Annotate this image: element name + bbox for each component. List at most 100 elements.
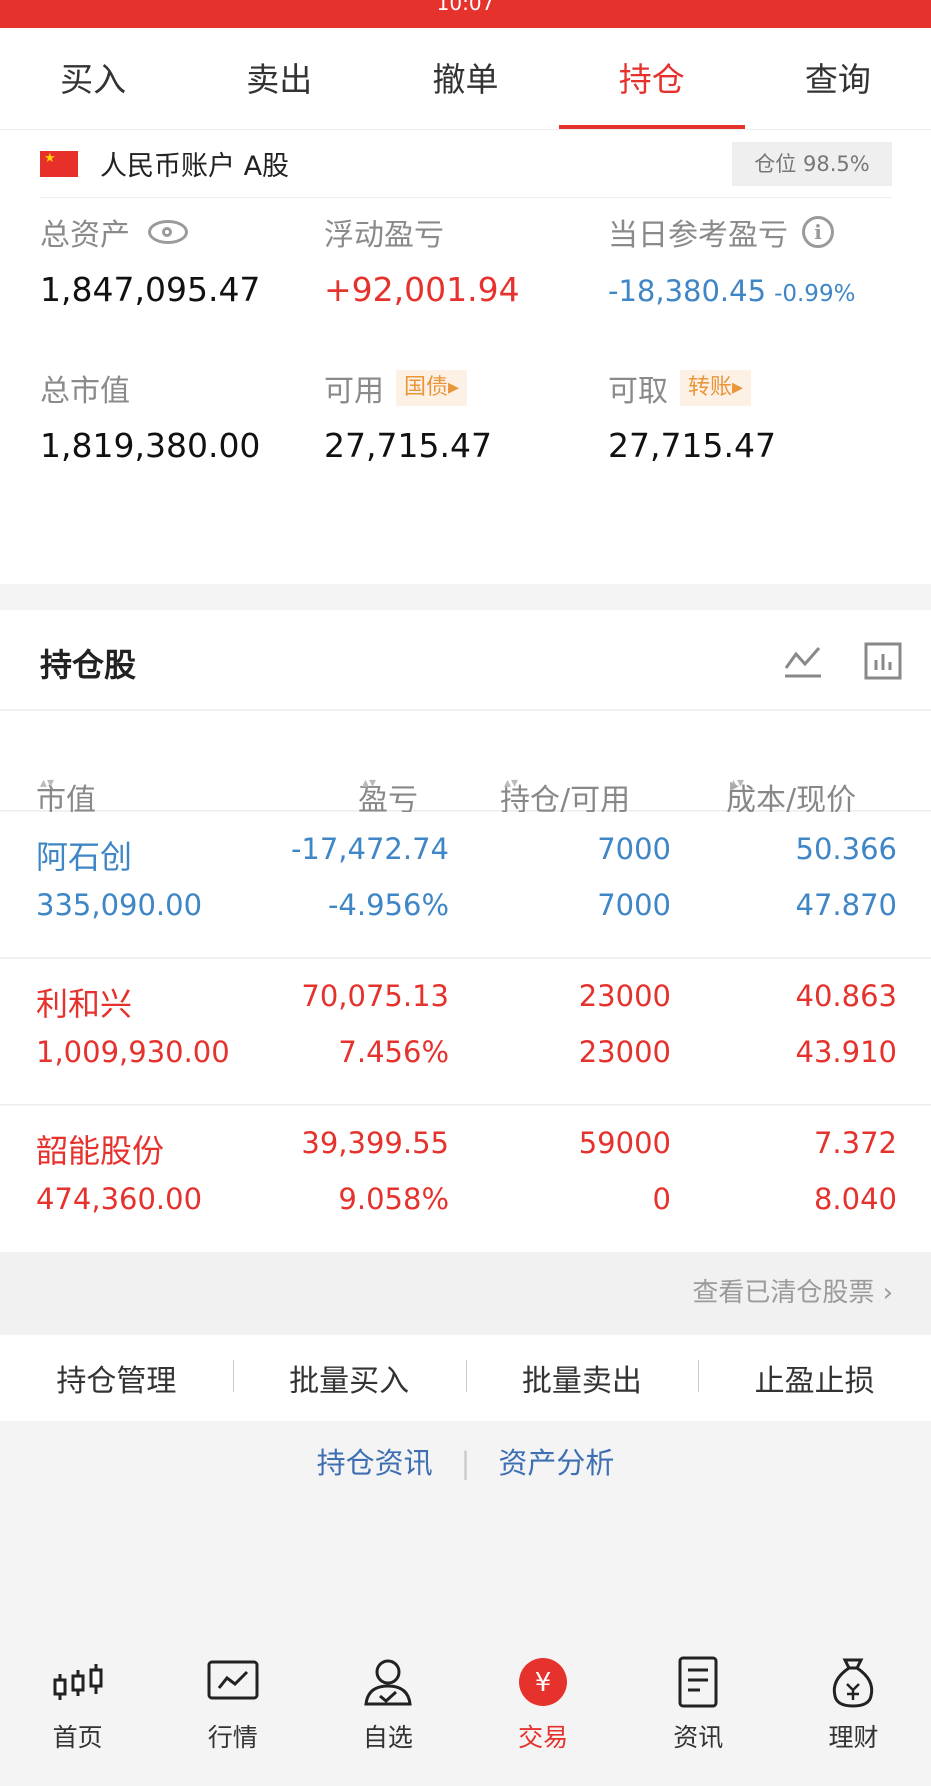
daily-pnl-pct: -0.99% <box>774 281 856 307</box>
stock-name: 利和兴 <box>36 985 133 1023</box>
money-bag-icon <box>833 1658 874 1708</box>
stock-pnl-pct: -4.956% <box>327 888 449 922</box>
batch-sell-button[interactable]: 批量卖出 <box>465 1356 699 1400</box>
bar-chart-icon[interactable] <box>864 642 902 680</box>
china-flag-icon <box>40 150 78 177</box>
account-row[interactable]: 人民币账户 A股 仓位 98.5% <box>40 130 892 198</box>
market-value-label: 总市值 <box>40 374 130 409</box>
batch-buy-button[interactable]: 批量买入 <box>232 1356 466 1400</box>
total-assets-label: 总资产 <box>40 218 130 253</box>
stock-market-value: 1,009,930.00 <box>36 1035 230 1069</box>
nav-home-label: 首页 <box>52 1723 103 1752</box>
cleared-stocks-link[interactable]: 查看已清仓股票 › <box>692 1272 893 1309</box>
daily-pnl-label: 当日参考盈亏 <box>608 218 788 253</box>
cleared-stocks-bar: 查看已清仓股票 › <box>0 1252 931 1334</box>
daily-pnl: 当日参考盈亏 i -18,380.45 -0.99% <box>608 210 855 308</box>
status-text: 10:07 <box>436 0 495 15</box>
nav-market-label: 行情 <box>207 1723 258 1752</box>
holdings-header: 持仓股 <box>0 610 931 710</box>
holding-row[interactable]: 利和兴 1,009,930.00 70,075.13 7.456% 23000 … <box>0 959 931 1105</box>
trade-tabs: 买入 卖出 撤单 持仓 查询 <box>0 28 931 130</box>
divider: | <box>460 1446 471 1480</box>
document-icon <box>678 1656 718 1708</box>
stock-cost: 7.372 <box>813 1126 897 1160</box>
market-value-value: 1,819,380.00 <box>40 426 261 465</box>
available-funds: 可用 国债▸ 27,715.47 <box>324 366 492 465</box>
account-summary: 人民币账户 A股 仓位 98.5% 总资产 1,847,095.47 浮动盈亏 … <box>0 130 931 584</box>
stock-pnl: 39,399.55 <box>301 1126 449 1160</box>
info-icon[interactable]: i <box>802 216 834 248</box>
stock-market-value: 335,090.00 <box>36 888 203 922</box>
holding-row[interactable]: 阿石创 335,090.00 -17,472.74 -4.956% 7000 7… <box>0 812 931 958</box>
status-banner: 10:07 <box>0 0 931 28</box>
candlestick-icon <box>53 1664 103 1700</box>
tab-query[interactable]: 查询 <box>745 28 931 129</box>
nav-wealth[interactable]: 理财 <box>776 1636 931 1786</box>
holding-row[interactable]: 韶能股份 474,360.00 39,399.55 9.058% 59000 0… <box>0 1106 931 1252</box>
withdrawable-funds: 可取 转账▸ 27,715.47 <box>608 366 776 465</box>
stock-pnl-pct: 9.058% <box>338 1182 449 1216</box>
transfer-tag[interactable]: 转账▸ <box>680 370 752 406</box>
trend-chart-icon[interactable] <box>783 642 823 680</box>
tab-holdings[interactable]: 持仓 <box>558 28 746 129</box>
stock-name: 阿石创 <box>36 838 133 876</box>
tab-buy[interactable]: 买入 <box>0 28 186 129</box>
nav-wealth-label: 理财 <box>828 1723 879 1752</box>
floating-pnl: 浮动盈亏 +92,001.94 <box>324 210 520 309</box>
stock-price: 47.870 <box>795 888 897 922</box>
holdings-column-header: 市值 ▴▾ 盈亏 ▴▾ 持仓/可用 ▴▾ 成本/现价 ▴▾ ▸ <box>0 711 931 818</box>
market-value: 总市值 1,819,380.00 <box>40 366 260 465</box>
stock-pnl: 70,075.13 <box>301 979 449 1013</box>
stock-position: 7000 <box>597 832 671 866</box>
sort-icon: ▴▾ <box>504 775 519 791</box>
info-links: 持仓资讯 | 资产分析 <box>0 1440 931 1510</box>
svg-text:¥: ¥ <box>535 1668 552 1698</box>
total-assets-value: 1,847,095.47 <box>40 270 261 309</box>
withdrawable-value: 27,715.47 <box>608 426 776 465</box>
holdings-actions: 持仓管理 批量买入 批量卖出 止盈止损 <box>0 1335 931 1421</box>
tab-cancel[interactable]: 撤单 <box>372 28 558 129</box>
available-value: 27,715.47 <box>324 426 492 465</box>
total-assets: 总资产 1,847,095.47 <box>40 210 260 309</box>
treasury-tag[interactable]: 国债▸ <box>396 370 468 406</box>
nav-market[interactable]: 行情 <box>155 1636 310 1786</box>
yuan-icon: ¥ <box>519 1658 568 1706</box>
stock-available: 0 <box>652 1182 671 1216</box>
nav-news[interactable]: 资讯 <box>621 1636 776 1786</box>
bottom-nav: 首页 行情 自选 ¥ 交易 资讯 理财 <box>0 1636 931 1786</box>
stock-name: 韶能股份 <box>36 1132 165 1170</box>
nav-home[interactable]: 首页 <box>0 1636 155 1786</box>
floating-pnl-label: 浮动盈亏 <box>324 218 444 253</box>
holdings-news-link[interactable]: 持仓资讯 <box>317 1446 433 1480</box>
user-check-icon <box>364 1659 412 1706</box>
withdrawable-label: 可取 <box>608 374 668 409</box>
stock-pnl-pct: 7.456% <box>338 1035 449 1069</box>
nav-watchlist[interactable]: 自选 <box>310 1636 465 1786</box>
tab-sell[interactable]: 卖出 <box>186 28 372 129</box>
holdings-title: 持仓股 <box>40 646 137 684</box>
stock-price: 43.910 <box>795 1035 897 1069</box>
floating-pnl-value: +92,001.94 <box>324 270 520 309</box>
stock-position: 23000 <box>578 979 671 1013</box>
stop-profit-loss-button[interactable]: 止盈止损 <box>698 1356 931 1400</box>
sort-icon: ▴▾ <box>40 775 55 791</box>
stock-available: 23000 <box>578 1035 671 1069</box>
nav-watchlist-label: 自选 <box>362 1723 413 1752</box>
sort-icon: ▴▾ <box>362 775 377 791</box>
manage-holdings-button[interactable]: 持仓管理 <box>0 1356 233 1400</box>
asset-analysis-link[interactable]: 资产分析 <box>498 1446 614 1480</box>
eye-icon[interactable] <box>148 220 188 244</box>
stock-available: 7000 <box>597 888 671 922</box>
nav-trade-label: 交易 <box>518 1723 569 1752</box>
nav-news-label: 资讯 <box>673 1723 724 1752</box>
account-name: 人民币账户 A股 <box>100 151 290 182</box>
stock-pnl: -17,472.74 <box>290 832 449 866</box>
position-badge: 仓位 98.5% <box>732 142 892 186</box>
stock-market-value: 474,360.00 <box>36 1182 203 1216</box>
stock-cost: 50.366 <box>795 832 897 866</box>
nav-trade[interactable]: ¥ 交易 <box>466 1636 621 1786</box>
chart-screen-icon <box>207 1660 259 1700</box>
daily-pnl-value: -18,380.45 <box>608 274 767 308</box>
stock-price: 8.040 <box>813 1182 897 1216</box>
more-columns-icon[interactable]: ▸ <box>730 775 739 796</box>
